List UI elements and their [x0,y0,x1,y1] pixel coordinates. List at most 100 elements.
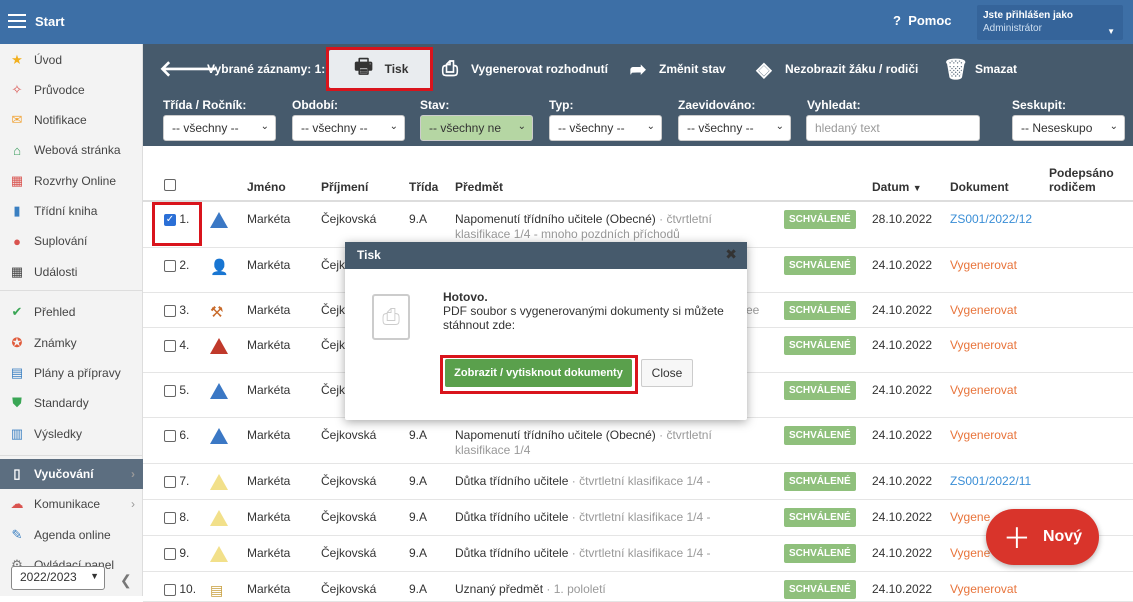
status-badge: SCHVÁLENÉ [784,301,856,320]
document-link[interactable]: ZS001/2022/11 [950,474,1031,488]
delete-button[interactable]: 🗑 Smazat [943,50,1017,88]
select-all-checkbox[interactable] [164,179,176,191]
chevron-down-icon: ⌄ [775,121,784,132]
class: 9.A [409,212,428,226]
filter-status-select[interactable]: -- všechny ne ⌄ [420,115,533,141]
date: 24.10.2022 [872,474,933,488]
subject-detail: · 1. pololetí [546,582,606,596]
filter-label-type: Typ: [549,98,574,112]
sidebar-item-přehled[interactable]: ✔ Přehled [0,297,143,327]
change-status-button[interactable]: ➦ Změnit stav [627,50,726,88]
col-surname[interactable]: Příjmení [321,180,368,194]
class: 9.A [409,428,428,442]
close-icon[interactable]: ✖ [725,246,737,263]
col-name[interactable]: Jméno [247,180,286,194]
col-class[interactable]: Třída [409,180,438,194]
col-subject[interactable]: Předmět [455,180,503,194]
generate-document-link[interactable]: Vygenerovat [950,582,1017,596]
sidebar-item-label: Agenda online [34,528,111,542]
table-row[interactable]: 8. Markéta Čejkovská 9.A Důtka třídního učit… [143,500,1133,536]
subject: Napomenutí třídního učitele (Obecné) [455,428,656,442]
generate-document-link[interactable]: Vygenerovat [950,303,1017,317]
generate-document-link[interactable]: Vygenerovat [950,338,1017,352]
row-number: 2. [179,258,190,272]
sidebar-item-úvod[interactable]: ★ Úvod [0,45,143,75]
sidebar-item-třídní-kniha[interactable]: ▮ Třídní kniha [0,196,143,226]
sidebar-item-průvodce[interactable]: ✧ Průvodce [0,75,143,105]
search-input[interactable]: hledaný text [806,115,980,141]
generate-document-link[interactable]: Vygene [950,510,990,524]
filter-label-class: Třída / Ročník: [163,98,247,112]
row-checkbox[interactable] [164,259,176,272]
row-checkbox[interactable] [164,429,176,442]
table-row[interactable]: 9. Markéta Čejkovská 9.A Důtka třídního učit… [143,536,1133,572]
status-badge: SCHVÁLENÉ [784,580,856,599]
hide-from-student-button[interactable]: ◈ Nezobrazit žáku / rodiči [753,50,918,88]
filter-class-select[interactable]: -- všechny -- ⌄ [163,115,276,141]
generate-document-link[interactable]: Vygenerovat [950,258,1017,272]
filter-group-select[interactable]: -- Neseskupo ⌄ [1012,115,1125,141]
sidebar-divider [0,455,143,456]
table-row[interactable]: 10. ▤ Markéta Čejkovská 9.A Uznaný předmět · … [143,572,1133,602]
caret-down-icon: ▼ [1107,27,1115,36]
date: 24.10.2022 [872,258,933,272]
trash-icon: 🗑 [943,58,969,81]
surname: Čejkovská [321,474,377,488]
sidebar-item-webová-stránka[interactable]: ⌂ Webová stránka [0,135,143,165]
surname: Čejkovská [321,212,377,226]
wand-icon: ✧ [11,82,23,97]
filter-registered-select[interactable]: -- všechny -- ⌄ [678,115,791,141]
sidebar-item-plány-a-přípravy[interactable]: ▤ Plány a přípravy [0,358,143,388]
filter-type-select[interactable]: -- všechny -- ⌄ [549,115,662,141]
school-year-select[interactable]: 2022/2023 ▼ [11,566,105,590]
sidebar-item-suplování[interactable]: ● Suplování [0,226,143,256]
sidebar-item-rozvrhy-online[interactable]: ▦ Rozvrhy Online [0,166,143,196]
hamburger-menu-icon[interactable] [8,14,26,28]
help-link[interactable]: ? Pomoc [893,13,952,28]
row-number: 9. [179,546,190,560]
row-checkbox[interactable] [164,511,176,524]
row-checkbox[interactable] [164,583,176,596]
class: 9.A [409,474,428,488]
generate-document-link[interactable]: Vygenerovat [950,383,1017,397]
grade-icon: ✪ [11,335,23,350]
col-date[interactable]: Datum ▼ [872,180,922,194]
row-checkbox[interactable] [164,339,176,352]
subject-detail: · čtvrtletní [659,428,712,442]
col-document[interactable]: Dokument [950,180,1009,194]
row-checkbox[interactable] [164,304,176,317]
new-record-button[interactable]: ＋ Nový [986,509,1099,565]
first-name: Markéta [247,303,291,317]
close-button[interactable]: Close [641,359,693,387]
sidebar-item-label: Přehled [34,305,76,319]
filter-period-select[interactable]: -- všechny -- ⌄ [292,115,405,141]
generate-document-link[interactable]: Vygenerovat [950,428,1017,442]
row-number: 3. [179,303,190,317]
star-icon: ★ [11,52,23,67]
sidebar-item-známky[interactable]: ✪ Známky [0,328,143,358]
sort-desc-icon: ▼ [912,183,922,193]
date: 24.10.2022 [872,338,933,352]
sidebar-item-notifikace[interactable]: ✉ Notifikace [0,105,143,135]
filter-bar: Třída / Ročník: -- všechny -- ⌄ Období: -… [143,94,1133,146]
sidebar-item-agenda-online[interactable]: ✎ Agenda online [0,520,143,550]
collapse-sidebar-icon[interactable]: ❮ [120,572,132,589]
app-title[interactable]: Start [35,14,65,29]
sidebar-item-výsledky[interactable]: ▥ Výsledky [0,419,143,449]
user-menu[interactable]: Jste přihlášen jako Administrátor ▼ [977,5,1123,40]
row-checkbox[interactable] [164,384,176,397]
warning-icon [210,510,228,526]
generate-document-link[interactable]: Vygene [950,546,990,560]
sidebar-item-vyučování[interactable]: ▯ Vyučování › [0,459,143,489]
col-signed[interactable]: Podepsáno rodičem [1049,166,1129,194]
sidebar-item-události[interactable]: ▦ Události [0,257,143,287]
generate-decision-button[interactable]: ⎙ Vygenerovat rozhodnutí [439,50,608,88]
table-row[interactable]: 7. Markéta Čejkovská 9.A Důtka třídního učit… [143,464,1133,500]
row-checkbox[interactable] [164,547,176,560]
subject-detail-2: klasifikace 1/4 [455,443,531,457]
table-row[interactable]: 6. Markéta Čejkovská 9.A Napomenutí třídního… [143,418,1133,464]
document-link[interactable]: ZS001/2022/12 [950,212,1032,226]
sidebar-item-komunikace[interactable]: ☁ Komunikace › [0,489,143,519]
row-checkbox[interactable] [164,475,176,488]
sidebar-item-standardy[interactable]: ⛊ Standardy [0,388,143,418]
